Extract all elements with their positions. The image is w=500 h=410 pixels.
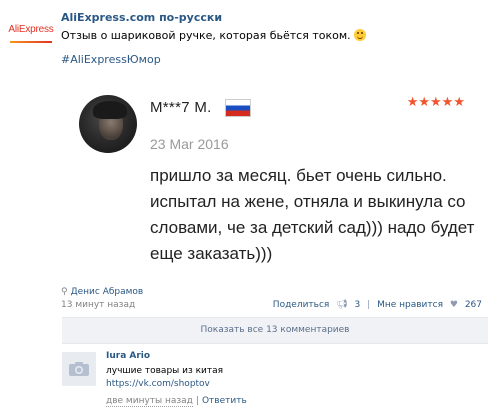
post-actions: Поделиться 📢︎ 3 | Мне нравится ♥ 267 xyxy=(269,300,482,310)
comment-text: лучшие товары из китая xyxy=(106,366,224,376)
review-date: 23 Mar 2016 xyxy=(150,136,229,152)
rating-stars-icon: ★★★★★ xyxy=(406,95,465,110)
russia-flag-icon xyxy=(225,99,251,117)
show-all-comments-button[interactable]: Показать все 13 комментариев xyxy=(62,317,488,344)
camera-icon xyxy=(69,362,89,376)
post-author[interactable]: ⚲ Денис Абрамов xyxy=(61,287,143,297)
post-author-name[interactable]: Денис Абрамов xyxy=(71,287,144,297)
comment-link[interactable]: https://vk.com/shoptov xyxy=(106,379,210,389)
divider: | xyxy=(367,300,371,310)
comment-avatar[interactable] xyxy=(62,352,96,386)
group-name-link[interactable]: AliExpress.com по-русски xyxy=(61,11,222,24)
hashtag-link[interactable]: #AliExpressЮмор xyxy=(61,53,161,66)
reviewer-avatar xyxy=(79,95,137,153)
logo-underline xyxy=(10,41,52,43)
heart-icon[interactable]: ♥ xyxy=(450,300,458,310)
comment-time[interactable]: две минуты назад xyxy=(106,396,193,407)
share-count: 3 xyxy=(354,300,361,310)
review-body: пришло за месяц. бьет очень сильно. испы… xyxy=(150,166,475,263)
comment-meta-separator: | xyxy=(195,396,199,406)
megaphone-icon: 📢︎ xyxy=(336,300,348,310)
post-text: Отзыв о шариковой ручке, которая бьётся … xyxy=(61,29,366,42)
share-button[interactable]: Поделиться xyxy=(273,300,330,310)
like-button[interactable]: Мне нравится xyxy=(377,300,443,310)
comment-meta: две минуты назад | Ответить xyxy=(106,396,247,407)
post-text-content: Отзыв о шариковой ручке, которая бьётся … xyxy=(61,29,351,42)
smiling-face-icon xyxy=(353,29,366,41)
post-timestamp[interactable]: 13 минут назад xyxy=(61,300,135,310)
reply-button[interactable]: Ответить xyxy=(202,396,247,406)
reviewer-name: M***7 M. xyxy=(150,99,212,116)
pin-icon: ⚲ xyxy=(61,287,68,297)
aliexpress-logo: AliExpress xyxy=(8,24,54,35)
avatar-hair xyxy=(93,101,127,119)
review-screenshot: M***7 M. ★★★★★ 23 Mar 2016 пришло за мес… xyxy=(73,88,478,268)
post-header: AliExpress AliExpress.com по-русски Отзы… xyxy=(0,0,500,70)
like-count: 267 xyxy=(464,300,482,310)
comment-author[interactable]: Iura Ario xyxy=(106,351,150,361)
group-logo[interactable]: AliExpress xyxy=(8,10,54,56)
